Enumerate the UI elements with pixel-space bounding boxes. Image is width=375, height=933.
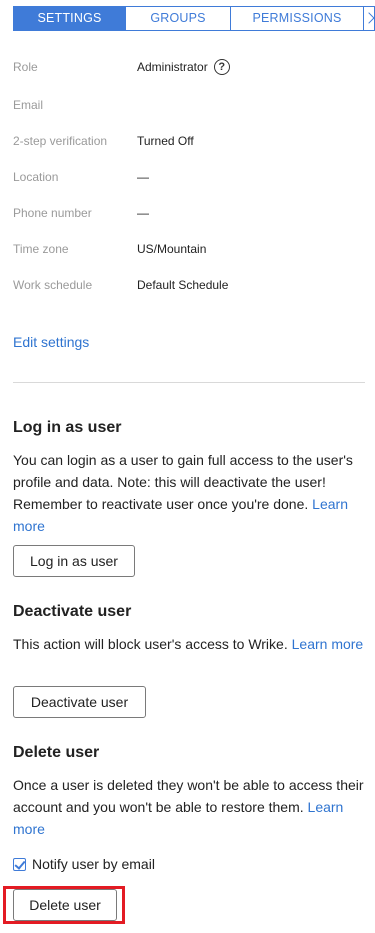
schedule-value: Default Schedule [137, 278, 229, 292]
email-label: Email [13, 98, 44, 112]
deactivate-description: This action will block user's access to … [13, 633, 369, 655]
login-description: You can login as a user to gain full acc… [13, 449, 369, 537]
timezone-label: Time zone [13, 242, 69, 256]
twostep-label: 2-step verification [13, 134, 108, 148]
help-icon[interactable]: ? [213, 59, 230, 75]
twostep-row: 2-step verification Turned Off [13, 131, 194, 151]
notify-by-email-label[interactable]: Notify user by email [32, 856, 155, 872]
deactivate-user-button[interactable]: Deactivate user [13, 686, 146, 718]
delete-section-title: Delete user [13, 744, 100, 761]
deactivate-section-title: Deactivate user [13, 603, 132, 620]
schedule-row: Work schedule Default Schedule [13, 275, 228, 295]
timezone-row: Time zone US/Mountain [13, 239, 206, 259]
deactivate-learn-more-link[interactable]: Learn more [292, 636, 364, 652]
highlight-annotation [3, 886, 125, 924]
phone-value: — [137, 206, 149, 220]
timezone-value: US/Mountain [137, 242, 207, 256]
twostep-value: Turned Off [137, 134, 194, 148]
phone-row: Phone number — [13, 203, 149, 223]
email-row: Email [13, 95, 137, 115]
delete-description: Once a user is deleted they won't be abl… [13, 774, 369, 840]
login-section-title: Log in as user [13, 419, 122, 436]
schedule-label: Work schedule [13, 278, 93, 292]
location-row: Location — [13, 167, 149, 187]
login-description-text: You can login as a user to gain full acc… [13, 452, 353, 512]
divider [13, 382, 365, 383]
phone-label: Phone number [13, 206, 92, 220]
checkbox-checked-icon[interactable] [13, 857, 26, 871]
tab-scroll-right-icon[interactable] [364, 7, 374, 30]
tab-groups[interactable]: GROUPS [126, 7, 231, 30]
role-label: Role [13, 60, 38, 74]
edit-settings-link[interactable]: Edit settings [13, 334, 89, 350]
role-value: Administrator ? [137, 59, 230, 75]
location-label: Location [13, 170, 59, 184]
deactivate-description-text: This action will block user's access to … [13, 636, 288, 652]
notify-by-email-row[interactable]: Notify user by email [13, 856, 155, 872]
login-as-user-button[interactable]: Log in as user [13, 545, 135, 577]
role-row: Role Administrator ? [13, 57, 230, 77]
tab-permissions[interactable]: PERMISSIONS [231, 7, 364, 30]
tab-bar: SETTINGS GROUPS PERMISSIONS [13, 6, 375, 31]
tab-settings[interactable]: SETTINGS [14, 7, 126, 30]
role-value-text: Administrator [137, 60, 208, 74]
location-value: — [137, 170, 149, 184]
